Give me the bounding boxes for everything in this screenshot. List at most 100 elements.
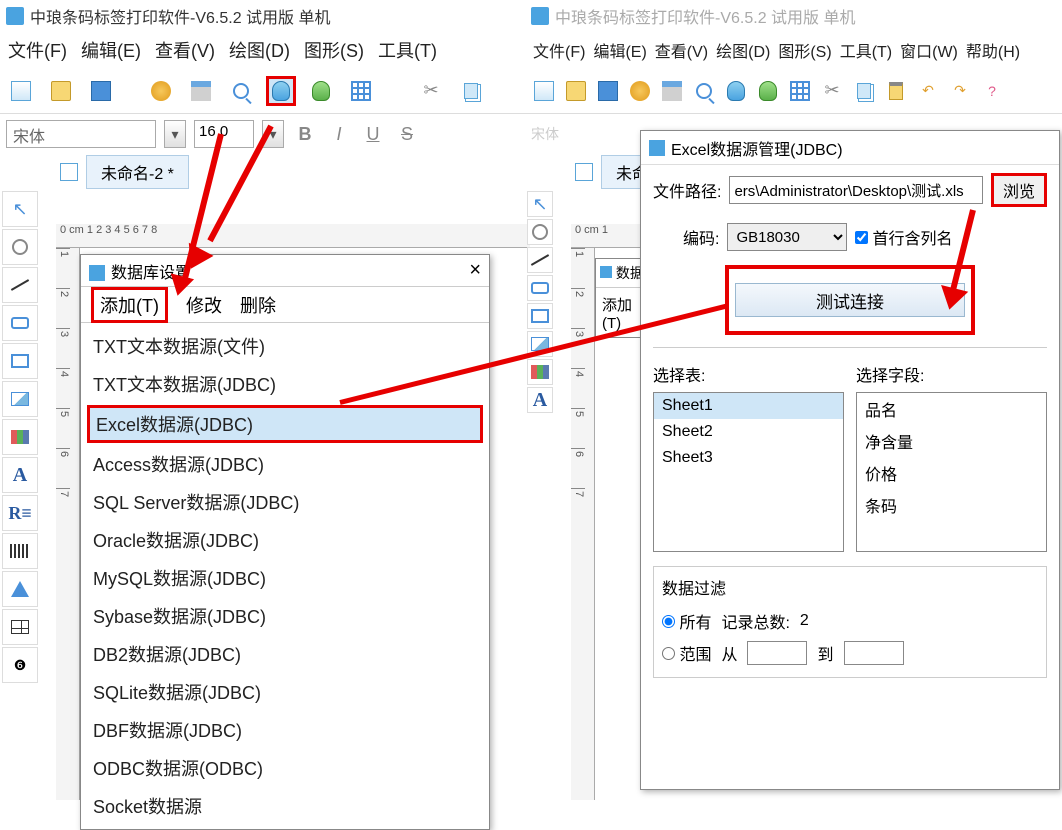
cut-button[interactable]: ✂ xyxy=(416,76,446,106)
cut-button[interactable]: ✂ xyxy=(819,78,845,104)
new-button[interactable] xyxy=(531,78,557,104)
new-button[interactable] xyxy=(6,76,36,106)
menu-edit[interactable]: 编辑(E) xyxy=(81,37,141,63)
select-tool[interactable]: ↖ xyxy=(527,191,553,217)
sheet-item[interactable]: Sheet3 xyxy=(654,445,843,471)
encoding-select[interactable]: GB18030 xyxy=(727,223,847,251)
grid-button[interactable] xyxy=(346,76,376,106)
ds-item-txt-jdbc[interactable]: TXT文本数据源(JDBC) xyxy=(81,365,489,403)
field-item[interactable]: 品名 xyxy=(857,393,1046,425)
menu-file[interactable]: 文件(F) xyxy=(533,38,585,62)
field-item[interactable]: 净含量 xyxy=(857,425,1046,457)
doc-tab[interactable]: 未命名-2 * xyxy=(86,155,189,189)
sheet-item[interactable]: Sheet2 xyxy=(654,419,843,445)
font-name-dropdown[interactable]: ▾ xyxy=(164,120,186,148)
database2-button[interactable] xyxy=(755,78,781,104)
text-tool[interactable]: A xyxy=(2,457,38,493)
preview-button[interactable] xyxy=(691,78,717,104)
target-tool[interactable] xyxy=(527,219,553,245)
settings-button[interactable] xyxy=(146,76,176,106)
settings-button[interactable] xyxy=(627,78,653,104)
ds-item-txt-file[interactable]: TXT文本数据源(文件) xyxy=(81,327,489,365)
popup-add-button[interactable]: 添加(T) xyxy=(91,287,168,323)
roundrect-tool[interactable] xyxy=(2,305,38,341)
browse-button[interactable]: 浏览 xyxy=(991,173,1047,207)
save-button[interactable] xyxy=(595,78,621,104)
field-item[interactable]: 条码 xyxy=(857,489,1046,521)
chart-tool[interactable] xyxy=(527,359,553,385)
print-button[interactable] xyxy=(186,76,216,106)
paste-button[interactable] xyxy=(883,78,909,104)
barcode-tool[interactable] xyxy=(2,533,38,569)
grid-button[interactable] xyxy=(787,78,813,104)
italic-button[interactable]: I xyxy=(326,121,352,147)
undo-button[interactable]: ↶ xyxy=(915,78,941,104)
line-tool[interactable] xyxy=(2,267,38,303)
menu-window[interactable]: 窗口(W) xyxy=(900,38,958,62)
save-button[interactable] xyxy=(86,76,116,106)
field-listbox[interactable]: 品名 净含量 价格 条码 xyxy=(856,392,1047,552)
popup-delete-button[interactable]: 删除 xyxy=(240,292,276,318)
text-tool[interactable]: A xyxy=(527,387,553,413)
menu-edit[interactable]: 编辑(E) xyxy=(593,38,646,62)
open-button[interactable] xyxy=(46,76,76,106)
menu-draw[interactable]: 绘图(D) xyxy=(229,37,290,63)
filter-all-radio[interactable]: 所有 xyxy=(662,609,711,633)
copy-button[interactable] xyxy=(456,76,486,106)
rect-tool[interactable] xyxy=(527,303,553,329)
ds-item-sybase[interactable]: Sybase数据源(JDBC) xyxy=(81,597,489,635)
underline-button[interactable]: U xyxy=(360,121,386,147)
select-tool[interactable]: ↖ xyxy=(2,191,38,227)
database-button[interactable] xyxy=(723,78,749,104)
menu-tool[interactable]: 工具(T) xyxy=(378,37,437,63)
triangle-tool[interactable] xyxy=(2,571,38,607)
ds-item-dbf[interactable]: DBF数据源(JDBC) xyxy=(81,711,489,749)
database-button[interactable] xyxy=(266,76,296,106)
preview-button[interactable] xyxy=(226,76,256,106)
popup-close-button[interactable]: × xyxy=(469,259,481,282)
menu-view[interactable]: 查看(V) xyxy=(655,38,708,62)
table-tool[interactable] xyxy=(2,609,38,645)
menu-help[interactable]: 帮助(H) xyxy=(966,38,1020,62)
menu-file[interactable]: 文件(F) xyxy=(8,37,67,63)
image-tool[interactable] xyxy=(2,381,38,417)
roundrect-tool[interactable] xyxy=(527,275,553,301)
to-spinner[interactable] xyxy=(844,641,904,665)
print-button[interactable] xyxy=(659,78,685,104)
ds-item-oracle[interactable]: Oracle数据源(JDBC) xyxy=(81,521,489,559)
ds-item-access[interactable]: Access数据源(JDBC) xyxy=(81,445,489,483)
test-connection-button[interactable]: 测试连接 xyxy=(735,283,965,317)
table-listbox[interactable]: Sheet1 Sheet2 Sheet3 xyxy=(653,392,844,552)
ds-item-socket[interactable]: Socket数据源 xyxy=(81,787,489,825)
richtext-tool[interactable]: R≡ xyxy=(2,495,38,531)
popup-edit-button[interactable]: 修改 xyxy=(186,292,222,318)
ds-item-sqlserver[interactable]: SQL Server数据源(JDBC) xyxy=(81,483,489,521)
ds-item-sqlite[interactable]: SQLite数据源(JDBC) xyxy=(81,673,489,711)
firstrow-checkbox[interactable]: 首行含列名 xyxy=(855,225,952,249)
line-tool[interactable] xyxy=(527,247,553,273)
field-item[interactable]: 价格 xyxy=(857,457,1046,489)
target-tool[interactable] xyxy=(2,229,38,265)
from-spinner[interactable] xyxy=(747,641,807,665)
redo-button[interactable]: ↷ xyxy=(947,78,973,104)
path-input[interactable] xyxy=(729,176,983,204)
database2-button[interactable] xyxy=(306,76,336,106)
font-name-select[interactable]: 宋体 xyxy=(6,120,156,148)
help-button[interactable]: ? xyxy=(979,78,1005,104)
ds-item-excel-jdbc[interactable]: Excel数据源(JDBC) xyxy=(87,405,483,443)
rect-tool[interactable] xyxy=(2,343,38,379)
sheet-item[interactable]: Sheet1 xyxy=(654,393,843,419)
filter-range-radio[interactable]: 范围 xyxy=(662,641,711,665)
chart-tool[interactable] xyxy=(2,419,38,455)
bold-button[interactable]: B xyxy=(292,121,318,147)
menu-draw[interactable]: 绘图(D) xyxy=(716,38,770,62)
menu-view[interactable]: 查看(V) xyxy=(155,37,215,63)
misc-tool[interactable]: ❻ xyxy=(2,647,38,683)
menu-shape[interactable]: 图形(S) xyxy=(304,37,364,63)
ds-item-mysql[interactable]: MySQL数据源(JDBC) xyxy=(81,559,489,597)
copy-button[interactable] xyxy=(851,78,877,104)
menu-tool[interactable]: 工具(T) xyxy=(840,38,892,62)
ds-item-db2[interactable]: DB2数据源(JDBC) xyxy=(81,635,489,673)
ds-item-odbc[interactable]: ODBC数据源(ODBC) xyxy=(81,749,489,787)
menu-shape[interactable]: 图形(S) xyxy=(778,38,831,62)
